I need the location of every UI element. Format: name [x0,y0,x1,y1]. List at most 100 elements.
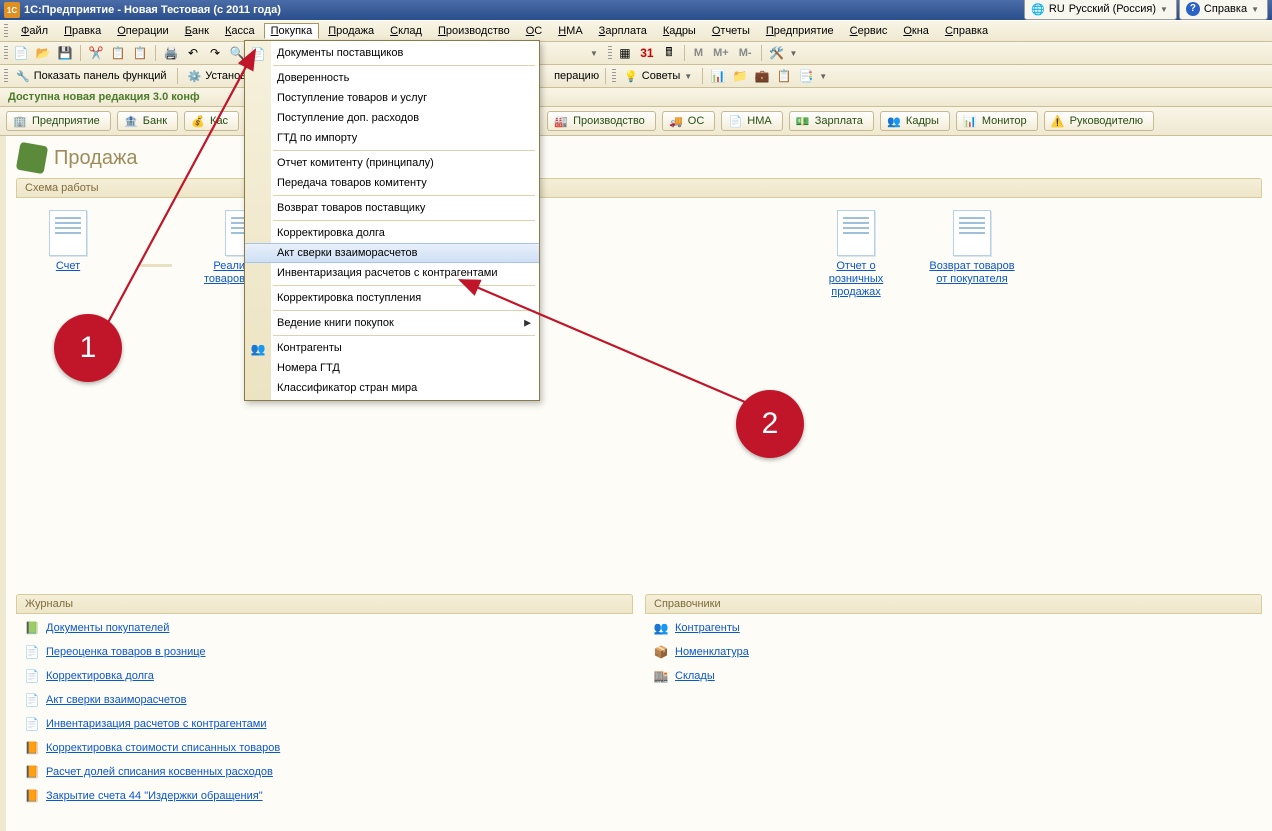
icon-4[interactable]: 📋 [775,67,793,85]
item-link[interactable]: Расчет долей списания косвенных расходов [46,766,273,778]
navtab-9[interactable]: ⚠️Руководителю [1044,111,1154,131]
menu-файл[interactable]: Файл [14,23,55,39]
menu-item[interactable]: Корректировка долга [245,223,539,243]
language-selector[interactable]: 🌐 RU Русский (Россия) ▼ [1024,0,1177,20]
menu-банк[interactable]: Банк [178,23,216,39]
menu-зарплата[interactable]: Зарплата [592,23,654,39]
menu-покупка[interactable]: Покупка [264,23,320,39]
icon-5[interactable]: 📑 [797,67,815,85]
list-item[interactable]: 📄Корректировка долга [24,668,625,684]
item-link[interactable]: Номенклатура [675,646,749,658]
item-link[interactable]: Закрытие счета 44 "Издержки обращения" [46,790,263,802]
save-icon[interactable]: 💾 [56,44,74,62]
menu-производство[interactable]: Производство [431,23,517,39]
print-icon[interactable]: 🖨️ [162,44,180,62]
menu-окна[interactable]: Окна [896,23,936,39]
mem-mminus[interactable]: M- [736,47,755,59]
list-item[interactable]: 📙Расчет долей списания косвенных расходо… [24,764,625,780]
scheme-item[interactable]: Счет [24,210,112,273]
new-icon[interactable]: 📄 [12,44,30,62]
chevron-down-icon[interactable]: ▼ [590,49,598,58]
navtab-5[interactable]: 📄НМА [721,111,782,131]
scheme-item[interactable]: Отчет о розничных продажах [812,210,900,299]
toolbar-grip[interactable] [608,46,612,60]
scheme-link[interactable]: Отчет о розничных продажах [812,260,900,299]
menu-item[interactable]: 📄Документы поставщиков [245,43,539,63]
calc-icon[interactable]: 🖩 [660,44,678,62]
item-link[interactable]: Инвентаризация расчетов с контрагентами [46,718,267,730]
item-link[interactable]: Корректировка долга [46,670,154,682]
menu-item[interactable]: Передача товаров комитенту [245,173,539,193]
item-link[interactable]: Склады [675,670,715,682]
item-link[interactable]: Контрагенты [675,622,740,634]
scheme-link[interactable]: Счет [56,260,80,273]
advice-button[interactable]: 💡 Советы ▼ [620,70,696,83]
list-item[interactable]: 📦Номенклатура [653,644,1254,660]
list-item[interactable]: 📙Корректировка стоимости списанных товар… [24,740,625,756]
calendar-icon[interactable]: 31 [638,44,656,62]
menu-item[interactable]: Акт сверки взаиморасчетов [245,243,539,263]
navtab-0[interactable]: 🏢Предприятие [6,111,111,131]
copy-icon[interactable]: 📋 [109,44,127,62]
toolbar-grip[interactable] [4,24,8,38]
item-link[interactable]: Корректировка стоимости списанных товаро… [46,742,280,754]
show-panel-button[interactable]: 🔧 Показать панель функций [12,70,171,83]
toolbar-grip[interactable] [612,69,616,83]
menu-справка[interactable]: Справка [938,23,995,39]
menu-касса[interactable]: Касса [218,23,262,39]
menu-нма[interactable]: НМА [551,23,589,39]
chevron-down-icon[interactable]: ▼ [790,49,798,58]
menu-item[interactable]: Корректировка поступления [245,288,539,308]
list-item[interactable]: 📗Документы покупателей [24,620,625,636]
mem-m[interactable]: M [691,47,706,59]
menu-item[interactable]: Доверенность [245,68,539,88]
scheme-item[interactable]: Возврат товаров от покупателя [928,210,1016,286]
menu-продажа[interactable]: Продажа [321,23,381,39]
item-link[interactable]: Переоценка товаров в рознице [46,646,206,658]
redo-icon[interactable]: ↷ [206,44,224,62]
icon-1[interactable]: 📊 [709,67,727,85]
table-icon[interactable]: ▦ [616,44,634,62]
help-tab[interactable]: ? Справка ▼ [1179,0,1268,20]
navtab-1[interactable]: 🏦Банк [117,111,178,131]
list-item[interactable]: 📄Акт сверки взаиморасчетов [24,692,625,708]
list-item[interactable]: 🏬Склады [653,668,1254,684]
menu-операции[interactable]: Операции [110,23,175,39]
setup-button[interactable]: ⚙️ Установ [184,70,251,83]
item-link[interactable]: Документы покупателей [46,622,169,634]
tool-icon[interactable]: 🛠️ [768,44,786,62]
chevron-down-icon[interactable]: ▼ [819,72,827,81]
icon-2[interactable]: 📁 [731,67,749,85]
navtab-6[interactable]: 💵Зарплата [789,111,874,131]
cut-icon[interactable]: ✂️ [87,44,105,62]
menu-item[interactable]: Поступление товаров и услуг [245,88,539,108]
list-item[interactable]: 📄Переоценка товаров в рознице [24,644,625,660]
menu-отчеты[interactable]: Отчеты [705,23,757,39]
navtab-4[interactable]: 🚚ОС [662,111,716,131]
undo-icon[interactable]: ↶ [184,44,202,62]
menu-склад[interactable]: Склад [383,23,429,39]
menu-правка[interactable]: Правка [57,23,108,39]
icon-3[interactable]: 💼 [753,67,771,85]
menu-ос[interactable]: ОС [519,23,550,39]
menu-item[interactable]: Возврат товаров поставщику [245,198,539,218]
menu-item[interactable]: Ведение книги покупок▶ [245,313,539,333]
menu-item[interactable]: ГТД по импорту [245,128,539,148]
menu-item[interactable]: Поступление доп. расходов [245,108,539,128]
menu-item[interactable]: 👥Контрагенты [245,338,539,358]
paste-icon[interactable]: 📋 [131,44,149,62]
navtab-2[interactable]: 💰Кас [184,111,239,131]
mem-mplus[interactable]: M+ [710,47,732,59]
navtab-8[interactable]: 📊Монитор [956,111,1038,131]
menu-item[interactable]: Инвентаризация расчетов с контрагентами [245,263,539,283]
navtab-7[interactable]: 👥Кадры [880,111,950,131]
menu-кадры[interactable]: Кадры [656,23,703,39]
toolbar-grip[interactable] [4,69,8,83]
menu-item[interactable]: Отчет комитенту (принципалу) [245,153,539,173]
item-link[interactable]: Акт сверки взаиморасчетов [46,694,187,706]
menu-сервис[interactable]: Сервис [843,23,895,39]
list-item[interactable]: 📄Инвентаризация расчетов с контрагентами [24,716,625,732]
list-item[interactable]: 👥Контрагенты [653,620,1254,636]
open-icon[interactable]: 📂 [34,44,52,62]
info-text[interactable]: Доступна новая редакция 3.0 конф [8,91,200,103]
